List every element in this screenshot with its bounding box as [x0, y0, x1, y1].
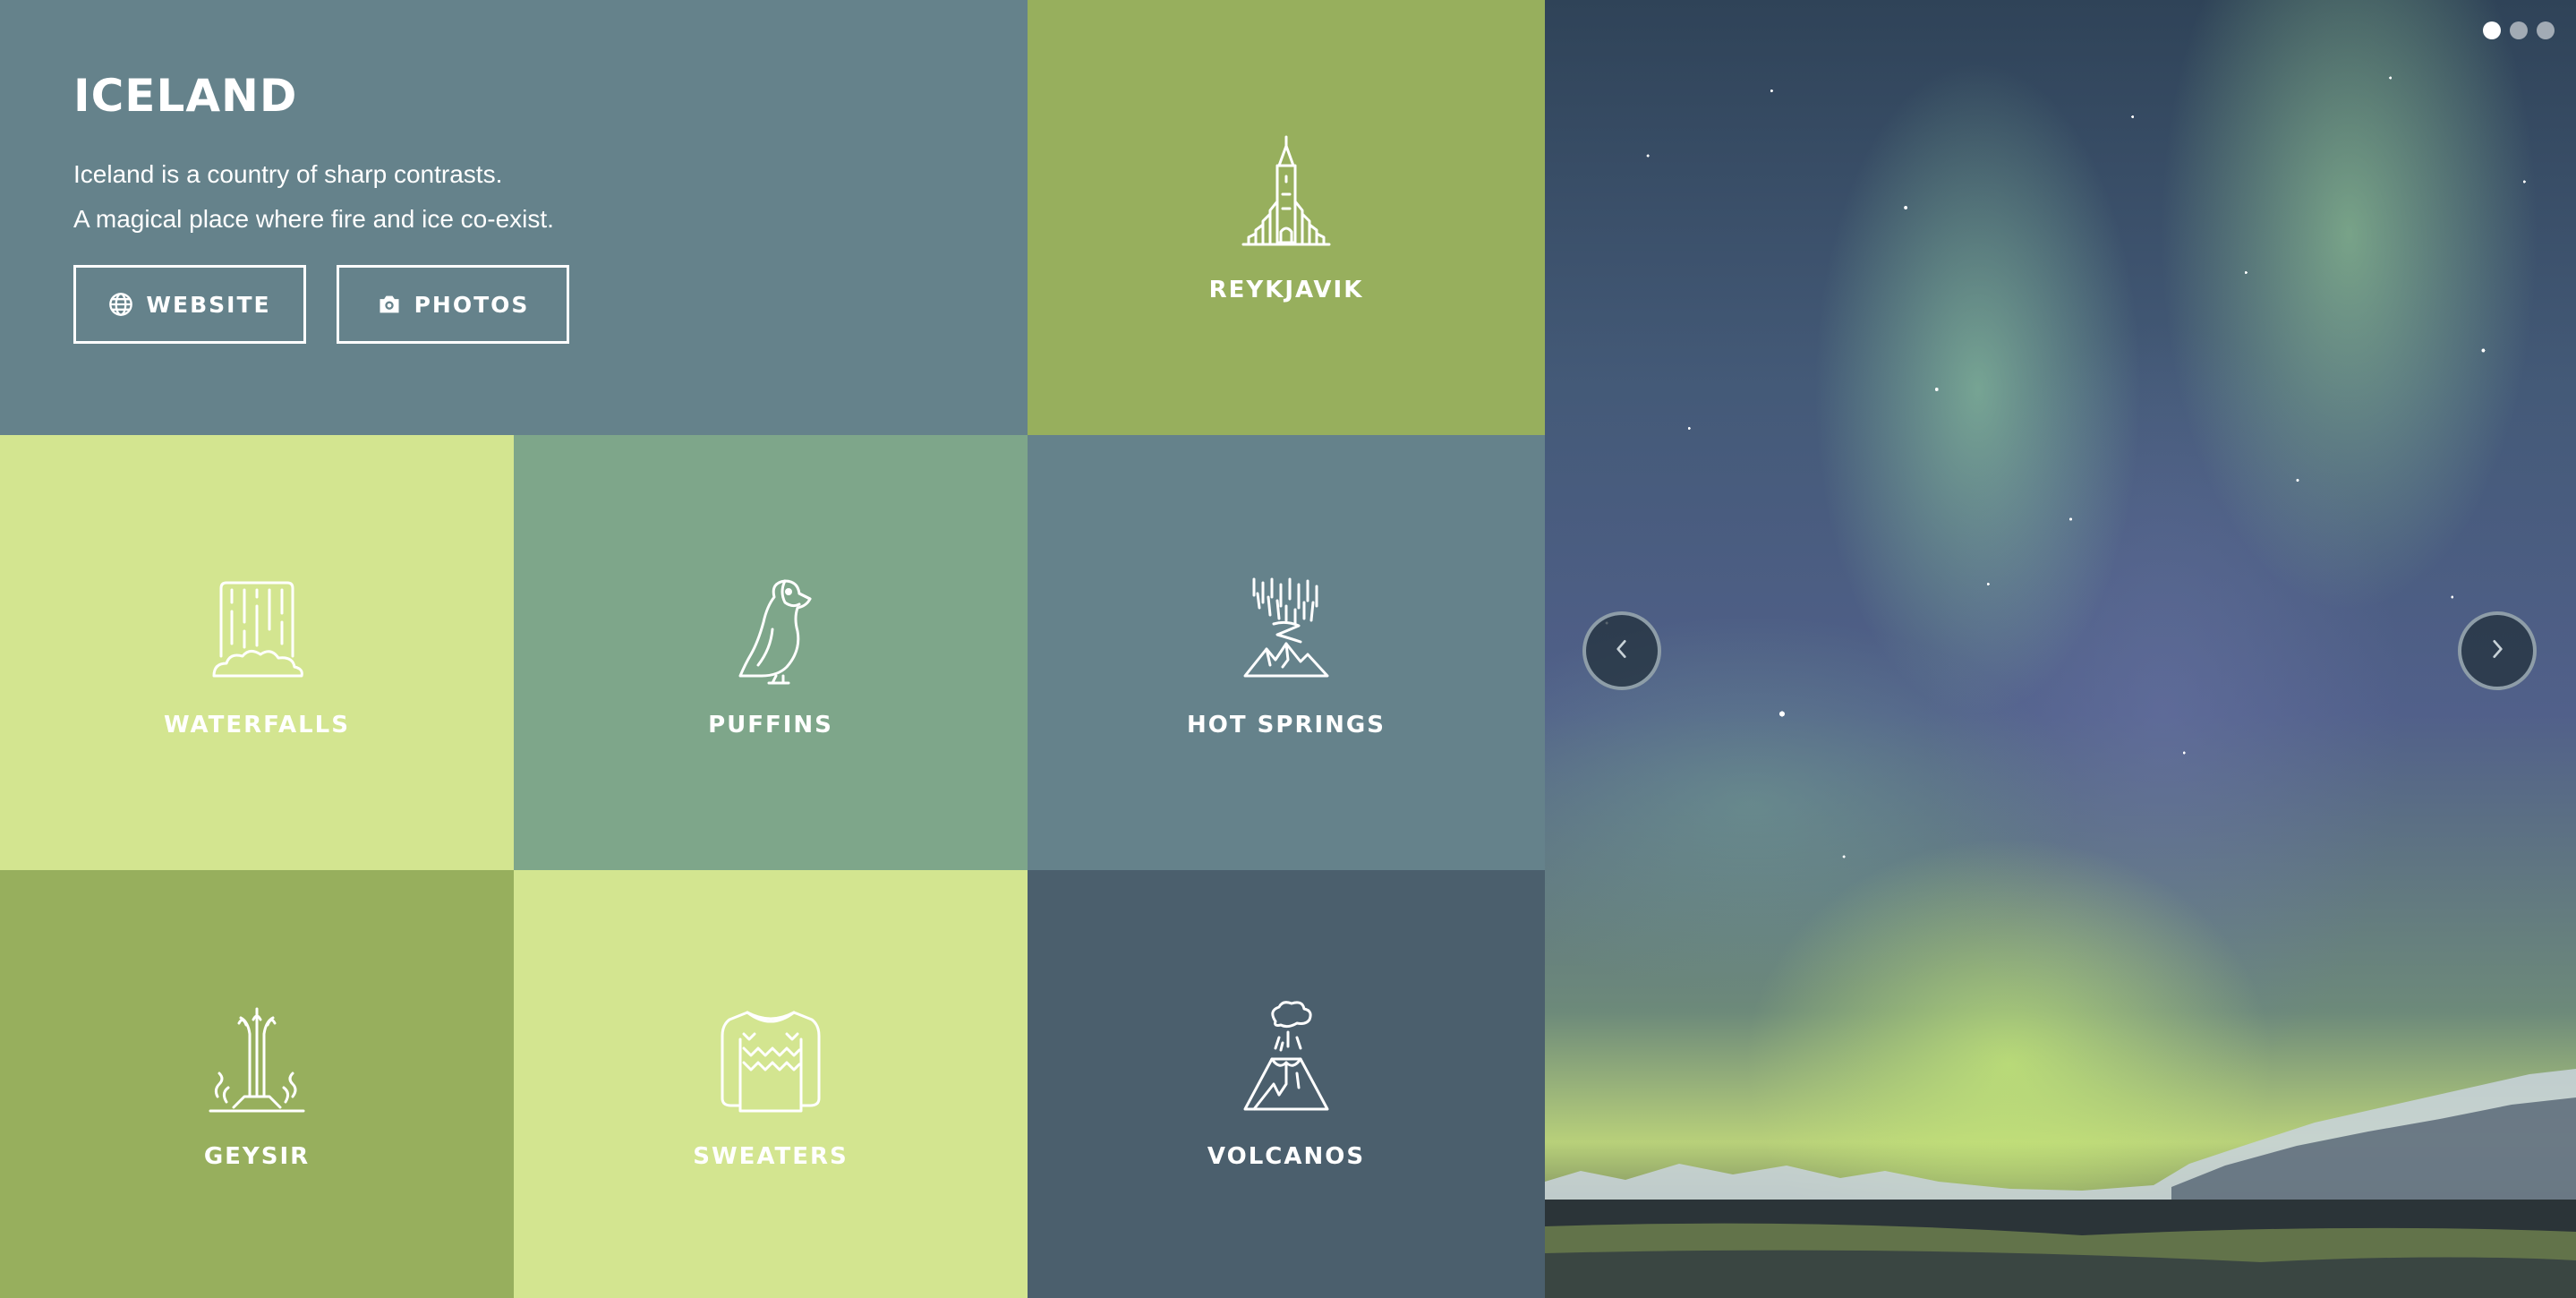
intro-panel: ICELAND Iceland is a country of sharp co…: [0, 0, 1028, 435]
waterfall-icon: [194, 567, 320, 692]
tile-sweaters[interactable]: SWEATERS: [514, 870, 1028, 1298]
hot-springs-icon: [1224, 567, 1349, 692]
intro-buttons: WEBSITE PHOTOS: [73, 265, 1028, 344]
carousel-dots: [2483, 21, 2555, 39]
geyser-icon: [194, 998, 320, 1123]
sweater-icon: [708, 998, 833, 1123]
church-icon: [1224, 132, 1349, 257]
carousel-next-button[interactable]: [2458, 611, 2537, 690]
carousel-dot-3[interactable]: [2537, 21, 2555, 39]
carousel-prev-button[interactable]: [1582, 611, 1661, 690]
tile-label: PUFFINS: [708, 712, 833, 739]
tile-waterfalls[interactable]: WATERFALLS: [0, 435, 514, 870]
website-button-label: WEBSITE: [146, 291, 271, 318]
intro-description: Iceland is a country of sharp contrasts.…: [73, 152, 1028, 242]
mountain-silhouette: [1545, 1065, 2576, 1298]
photo-carousel: [1545, 0, 2576, 1298]
tile-puffins[interactable]: PUFFINS: [514, 435, 1028, 870]
tile-label: SWEATERS: [693, 1143, 849, 1170]
camera-icon: [377, 292, 402, 317]
photos-button-label: PHOTOS: [414, 291, 530, 318]
tile-label: GEYSIR: [203, 1143, 311, 1170]
tile-geysir[interactable]: GEYSIR: [0, 870, 514, 1298]
intro-line-1: Iceland is a country of sharp contrasts.: [73, 160, 503, 188]
carousel-dot-1[interactable]: [2483, 21, 2501, 39]
tile-label: WATERFALLS: [164, 712, 350, 739]
page-title: ICELAND: [73, 70, 298, 122]
tile-label: REYKJAVIK: [1208, 277, 1364, 303]
website-button[interactable]: WEBSITE: [73, 265, 306, 344]
carousel-dot-2[interactable]: [2510, 21, 2528, 39]
tile-label: VOLCANOS: [1207, 1143, 1366, 1170]
tile-reykjavik[interactable]: REYKJAVIK: [1028, 0, 1545, 435]
chevron-left-icon: [1610, 637, 1633, 664]
intro-line-2: A magical place where fire and ice co-ex…: [73, 205, 554, 233]
tile-hot-springs[interactable]: HOT SPRINGS: [1028, 435, 1545, 870]
page: ICELAND Iceland is a country of sharp co…: [0, 0, 2576, 1298]
puffin-icon: [708, 567, 833, 692]
photos-button[interactable]: PHOTOS: [337, 265, 569, 344]
tile-label: HOT SPRINGS: [1187, 712, 1386, 739]
volcano-icon: [1224, 998, 1349, 1123]
globe-icon: [108, 292, 133, 317]
chevron-right-icon: [2486, 637, 2509, 664]
tile-volcanos[interactable]: VOLCANOS: [1028, 870, 1545, 1298]
